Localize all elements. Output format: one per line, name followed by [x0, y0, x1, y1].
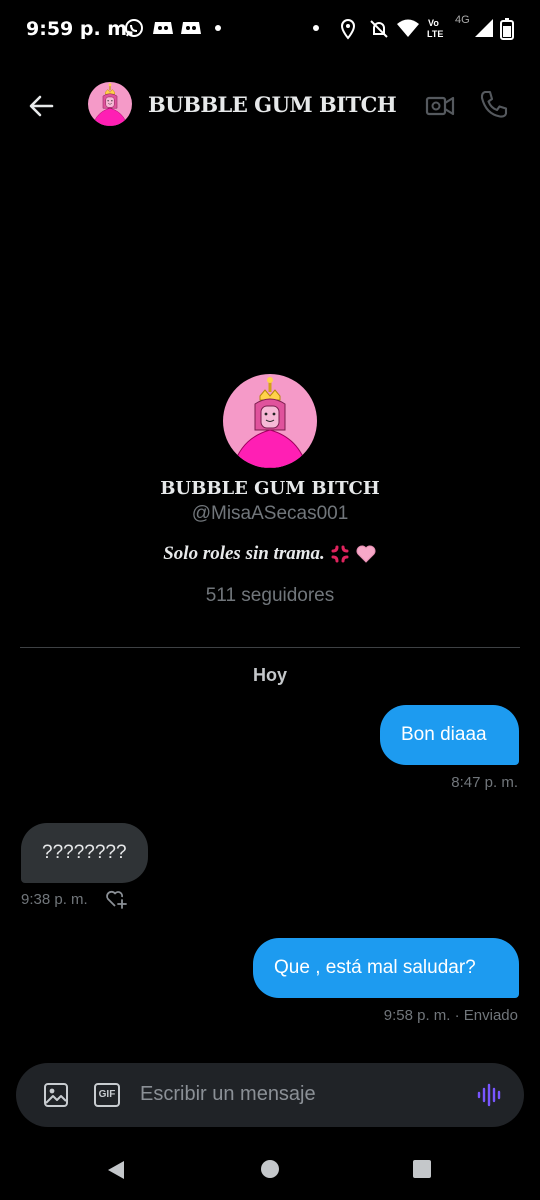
image-icon[interactable] — [42, 1081, 70, 1109]
message-timestamp: 8:47 p. m. — [451, 774, 518, 791]
conversation-header: BUBBLE GUM BITCH — [0, 70, 540, 140]
nav-recents-icon[interactable] — [412, 1159, 432, 1179]
message-text: ???????? — [42, 842, 127, 863]
message-text: Bon diaaa — [401, 724, 487, 745]
discord-icon — [153, 22, 173, 34]
status-time: 9:59 p. m. — [26, 18, 135, 40]
add-reaction-icon[interactable] — [104, 887, 128, 911]
profile-followers[interactable]: 511 seguidores — [0, 585, 540, 607]
message-timestamp: 9:38 p. m. — [21, 891, 88, 908]
video-call-icon[interactable] — [424, 90, 456, 122]
message-text: Que , está mal saludar? — [274, 957, 476, 978]
system-navigation-bar — [0, 1140, 540, 1200]
pink-heart-icon — [356, 545, 376, 563]
header-title[interactable]: BUBBLE GUM BITCH — [148, 92, 397, 117]
day-separator: Hoy — [252, 665, 287, 685]
back-arrow-icon[interactable] — [26, 90, 58, 122]
anger-emoji-icon — [331, 545, 349, 563]
dot-icon — [313, 25, 319, 31]
profile-card[interactable]: BUBBLE GUM BITCH @MisaASecas001 Solo rol… — [0, 374, 540, 607]
message-bubble-incoming[interactable]: ???????? — [21, 823, 148, 883]
notification-dot-icon — [215, 25, 221, 31]
nav-home-icon[interactable] — [259, 1158, 281, 1180]
voice-message-icon[interactable] — [476, 1081, 504, 1109]
volte-icon: Vo LTE — [427, 18, 443, 39]
whatsapp-icon — [125, 19, 143, 37]
wifi-icon — [397, 19, 419, 37]
gif-button[interactable]: GIF — [94, 1083, 120, 1107]
profile-bio-text: Solo roles sin trama. — [163, 543, 325, 564]
notifications-off-icon — [370, 20, 388, 38]
message-input[interactable]: Escribir un mensaje — [140, 1083, 316, 1106]
profile-name: BUBBLE GUM BITCH — [160, 478, 380, 499]
avatar-image — [88, 82, 132, 126]
svg-text:Vo: Vo — [428, 18, 439, 28]
status-bar: 9:59 p. m. Vo LTE 4G — [0, 0, 540, 58]
message-bubble-outgoing[interactable]: Bon diaaa — [380, 705, 519, 765]
battery-icon — [500, 18, 514, 40]
divider — [20, 647, 520, 648]
message-status: 9:58 p. m. · Enviado — [383, 1007, 518, 1024]
signal-icon — [475, 19, 493, 37]
discord-icon — [181, 22, 201, 34]
profile-handle: @MisaASecas001 — [191, 503, 349, 524]
svg-text:LTE: LTE — [427, 29, 443, 39]
avatar[interactable] — [88, 82, 132, 126]
message-bubble-outgoing[interactable]: Que , está mal saludar? — [253, 938, 519, 998]
profile-bio: Solo roles sin trama. — [0, 543, 540, 565]
nav-back-icon[interactable] — [104, 1158, 128, 1182]
profile-avatar[interactable] — [223, 374, 317, 468]
network-type: 4G — [455, 14, 470, 26]
message-composer: GIF Escribir un mensaje — [16, 1063, 524, 1127]
profile-avatar-image — [223, 374, 317, 468]
phone-icon[interactable] — [478, 88, 510, 120]
location-icon — [340, 18, 356, 40]
